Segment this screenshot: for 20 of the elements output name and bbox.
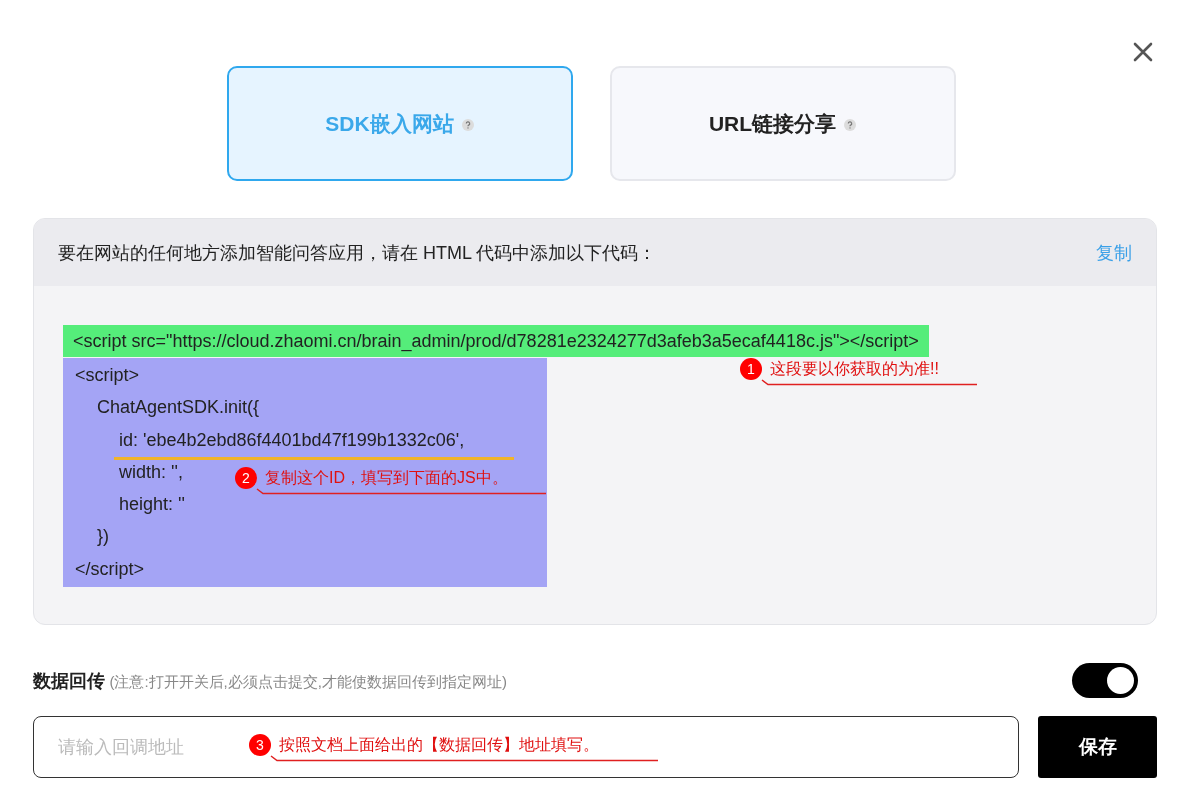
code-line: <script>	[75, 364, 140, 387]
code-line: width: '',	[119, 460, 183, 484]
annotation-text: 按照文档上面给出的【数据回传】地址填写。	[279, 736, 599, 754]
code-line: </script>	[75, 557, 145, 581]
annotation-text: 这段要以你获取的为准!!	[770, 360, 939, 378]
annotation-text: 复制这个ID，填写到下面的JS中。	[265, 469, 508, 487]
toggle-switch[interactable]	[1072, 663, 1138, 698]
close-icon[interactable]	[1133, 42, 1153, 62]
section-label: 数据回传	[33, 670, 105, 691]
help-icon[interactable]	[461, 118, 474, 131]
number-badge: 1	[740, 358, 762, 380]
code-line: ChatAgentSDK.init({	[97, 396, 260, 420]
code-line: height: ''	[119, 493, 185, 517]
tab[interactable]: URL链接分享	[609, 66, 956, 181]
help-icon[interactable]	[844, 118, 857, 131]
code-line: })	[97, 525, 109, 549]
note-text: (注意:打开开关后,必须点击提交,才能使数据回传到指定网址)	[109, 672, 507, 690]
instruction-text: 要在网站的任何地方添加智能问答应用，请在 HTML 代码中添加以下代码：	[58, 241, 657, 265]
save-button[interactable]: 保存	[1038, 716, 1157, 778]
code-line: id: 'ebe4b2ebd86f4401bd47f199b1332c06',	[119, 428, 465, 452]
